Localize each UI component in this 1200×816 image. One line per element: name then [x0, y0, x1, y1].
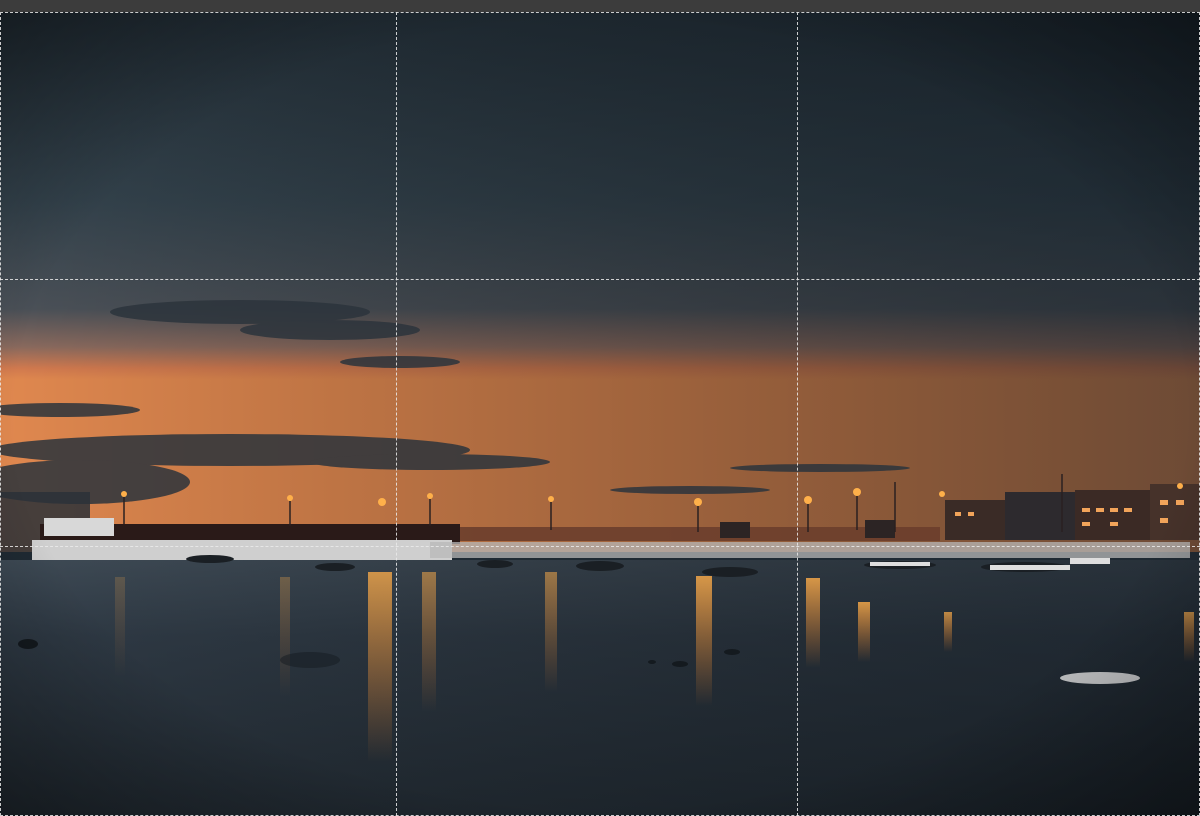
crop-handle-top-left[interactable]: [0, 12, 10, 22]
photo-canvas[interactable]: [0, 12, 1200, 816]
harbor-sunset-photo: [0, 12, 1200, 816]
image-editor-frame: [0, 0, 1200, 816]
crop-handle-bottom-right[interactable]: [1190, 806, 1200, 816]
crop-handle-top-right[interactable]: [1190, 12, 1200, 22]
crop-handle-bottom-left[interactable]: [0, 806, 10, 816]
editor-top-strip: [0, 0, 1200, 12]
